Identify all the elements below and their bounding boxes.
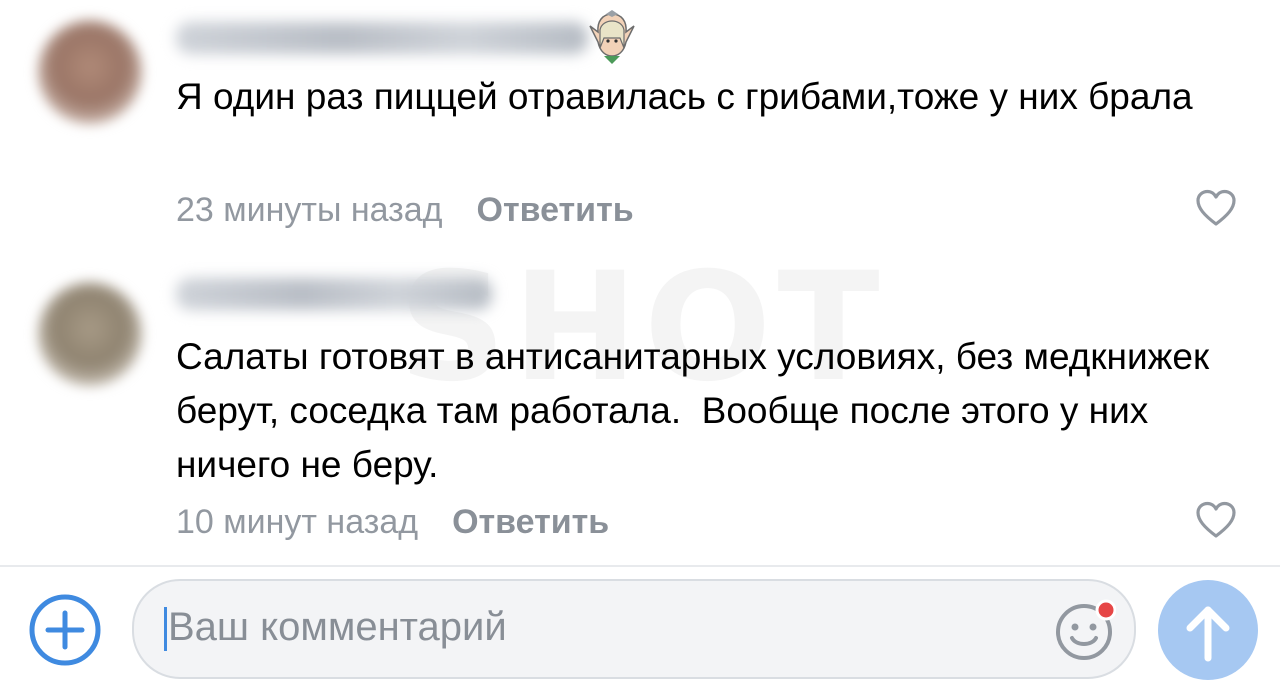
avatar[interactable] (38, 20, 142, 124)
notification-dot (1095, 599, 1116, 621)
comment-input-placeholder: Ваш комментарий (168, 605, 507, 649)
comment-text: Салаты готовят в антисанитарных условиях… (176, 336, 1220, 485)
elf-icon (589, 10, 635, 64)
comment-time: 10 минут назад (176, 503, 419, 541)
heart-icon[interactable] (1194, 188, 1238, 228)
send-button[interactable] (1158, 580, 1258, 680)
reply-button[interactable]: Ответить (452, 503, 609, 541)
comment-time: 23 минуты назад (176, 191, 443, 229)
arrow-up-icon (1186, 606, 1230, 662)
reply-button[interactable]: Ответить (477, 191, 634, 229)
comment-meta: 10 минут назад Ответить (176, 502, 609, 542)
author-name-blurred[interactable] (176, 278, 492, 310)
text-caret (164, 607, 167, 651)
heart-icon[interactable] (1194, 500, 1238, 540)
avatar[interactable] (38, 282, 142, 386)
plus-circle-icon[interactable] (28, 593, 102, 667)
smiley-icon[interactable] (1052, 598, 1116, 662)
author-name-blurred[interactable] (176, 22, 588, 54)
comment-meta: 23 минуты назад Ответить (176, 190, 634, 230)
comment-text: Я один раз пиццей отравилась с грибами,т… (176, 76, 1193, 117)
divider (0, 565, 1280, 567)
